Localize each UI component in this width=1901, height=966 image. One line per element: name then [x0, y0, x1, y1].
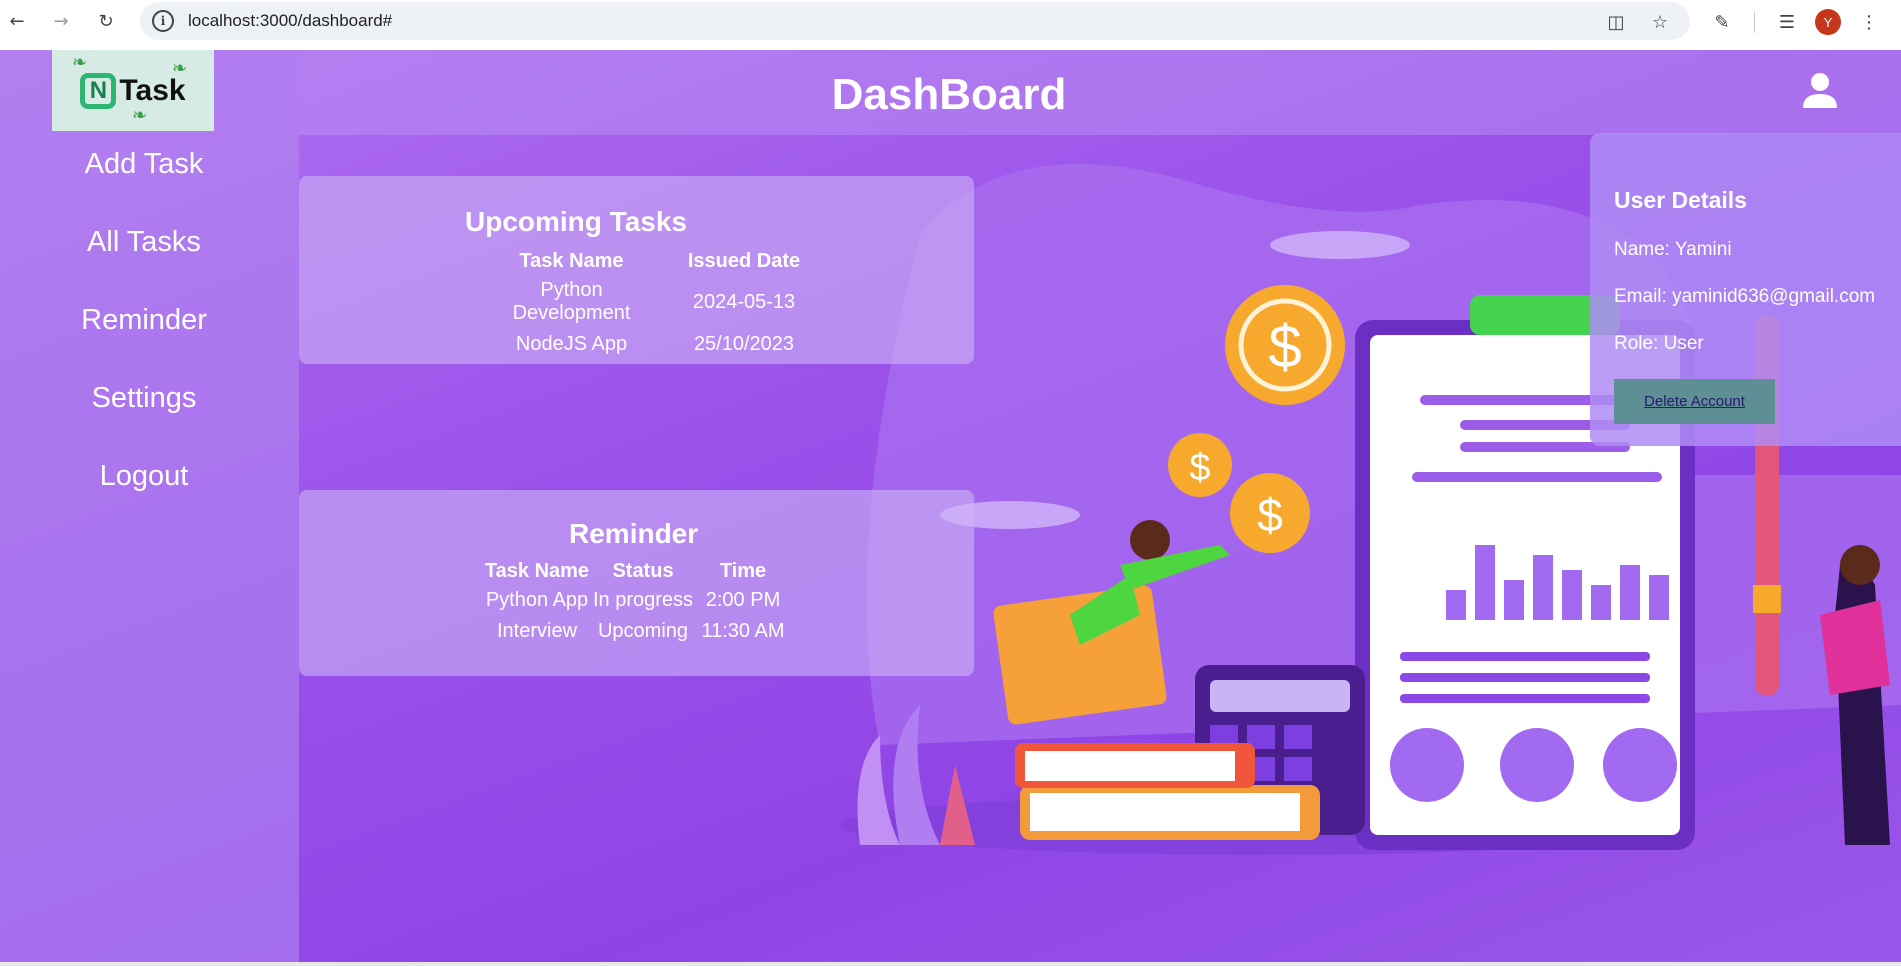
user-details-panel: User Details Name: Yamini Email: yaminid… — [1590, 133, 1901, 446]
reminder-table: Task Name Status Time Python App In prog… — [484, 558, 790, 647]
column-header: Task Name — [519, 250, 624, 272]
table-cell: Upcoming — [597, 620, 689, 642]
table-cell: NodeJS App — [515, 333, 628, 355]
svg-text:$: $ — [1268, 313, 1301, 380]
bookmark-star-icon[interactable]: ☆ — [1648, 10, 1672, 34]
media-control-icon[interactable]: ☰ — [1775, 10, 1799, 34]
page-bottom-border — [0, 962, 1901, 966]
leaf-icon: ❧ — [72, 52, 88, 73]
svg-text:$: $ — [1189, 447, 1210, 489]
user-name: Name: Yamini — [1614, 239, 1732, 260]
upcoming-tasks-table: Task Name Issued Date Python Development… — [479, 248, 824, 360]
sidebar-item-all-tasks[interactable]: All Tasks — [0, 226, 288, 259]
table-row: NodeJS App 25/10/2023 — [479, 329, 824, 360]
sidebar-item-settings[interactable]: Settings — [0, 382, 288, 415]
table-cell: 11:30 AM — [701, 620, 785, 642]
address-bar[interactable]: i localhost:3000/dashboard# ◫ ☆ — [140, 2, 1690, 40]
table-row: Python App In progress 2:00 PM — [484, 585, 790, 616]
leaf-icon: ❧ — [172, 58, 188, 79]
sidebar-item-add-task[interactable]: Add Task — [0, 148, 288, 181]
sidebar-item-reminder[interactable]: Reminder — [0, 304, 288, 337]
table-cell: 25/10/2023 — [693, 333, 795, 355]
table-cell: In progress — [592, 589, 694, 611]
sidebar: ❧ ❧ ❧ N Task Add Task All Tasks Reminder… — [0, 50, 299, 962]
extensions-icon[interactable]: ✎ — [1710, 10, 1734, 34]
logo-mark: N — [80, 72, 117, 109]
table-header-row: Task Name Status Time — [484, 558, 790, 585]
install-app-icon[interactable]: ◫ — [1604, 10, 1628, 34]
delete-account-button[interactable]: Delete Account — [1614, 379, 1775, 424]
reminder-card: Reminder Task Name Status Time Python Ap… — [299, 490, 974, 676]
profile-avatar[interactable]: Y — [1815, 9, 1841, 35]
upcoming-tasks-title: Upcoming Tasks — [465, 206, 687, 237]
toolbar-divider — [1754, 11, 1755, 33]
leaf-icon: ❧ — [132, 105, 148, 126]
forward-arrow-icon[interactable]: → — [49, 9, 73, 33]
user-role: Role: User — [1614, 333, 1704, 354]
upcoming-tasks-card: Upcoming Tasks Task Name Issued Date Pyt… — [299, 176, 974, 364]
column-header: Issued Date — [687, 250, 801, 272]
table-cell: 2:00 PM — [705, 589, 781, 611]
dashboard-app: $ $ $ ❧ ❧ ❧ N Task Add Task All Tasks Re… — [0, 50, 1901, 962]
table-cell: Interview — [496, 620, 578, 642]
column-header: Task Name — [484, 560, 590, 582]
table-cell: 2024-05-13 — [692, 290, 796, 313]
table-cell: Python App — [485, 589, 589, 611]
reload-icon[interactable]: ↻ — [94, 9, 118, 33]
reminder-title: Reminder — [569, 518, 699, 549]
column-header: Status — [612, 560, 674, 582]
sidebar-item-logout[interactable]: Logout — [0, 460, 288, 493]
more-menu-icon[interactable]: ⋮ — [1857, 10, 1881, 34]
user-email: Email: yaminid636@gmail.com — [1614, 286, 1876, 307]
url-text[interactable]: localhost:3000/dashboard# — [188, 11, 392, 31]
browser-toolbar: ← → ↻ i localhost:3000/dashboard# ◫ ☆ ✎ … — [0, 0, 1901, 42]
table-cell: Python Development — [512, 279, 631, 324]
table-row: Python Development 2024-05-13 — [479, 275, 824, 329]
back-arrow-icon[interactable]: ← — [5, 9, 29, 33]
column-header: Time — [719, 560, 767, 582]
site-info-icon[interactable]: i — [152, 10, 174, 32]
table-row: Interview Upcoming 11:30 AM — [484, 616, 790, 647]
page-title: DashBoard — [831, 70, 1067, 119]
user-details-title: User Details — [1614, 187, 1747, 213]
app-logo[interactable]: ❧ ❧ ❧ N Task — [52, 50, 214, 131]
table-header-row: Task Name Issued Date — [479, 248, 824, 275]
user-profile-icon[interactable] — [1800, 70, 1840, 110]
svg-text:$: $ — [1257, 489, 1283, 541]
